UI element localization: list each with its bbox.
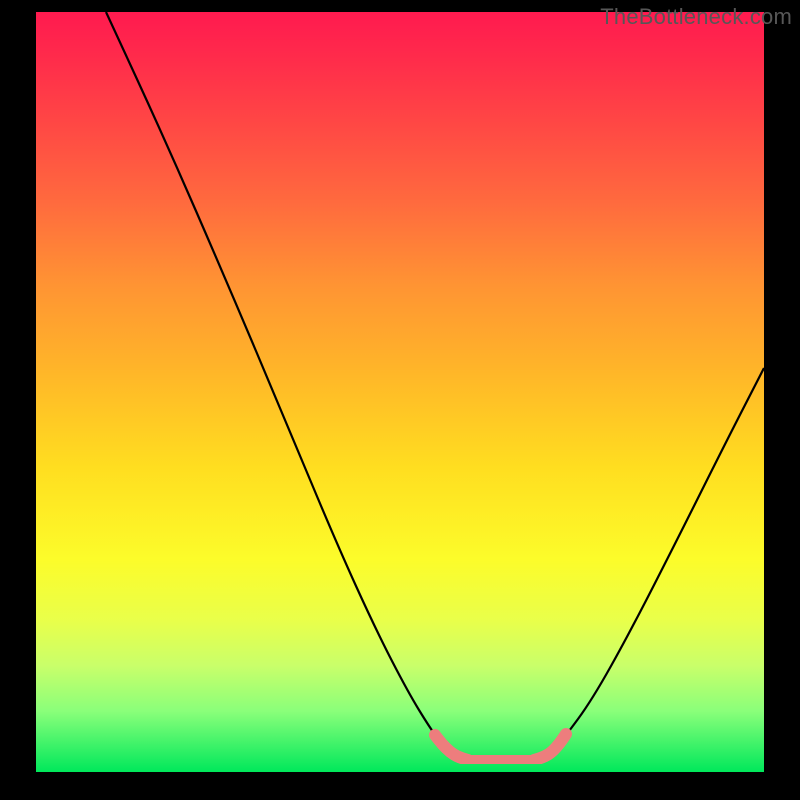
curve-black-right [552, 368, 764, 752]
chart-curves-svg [36, 12, 764, 764]
curve-pink-left [435, 735, 468, 760]
watermark-text: TheBottleneck.com [600, 4, 792, 30]
chart-plot-area [36, 12, 764, 764]
curve-black-left [106, 12, 448, 752]
curve-pink-right [534, 734, 566, 760]
